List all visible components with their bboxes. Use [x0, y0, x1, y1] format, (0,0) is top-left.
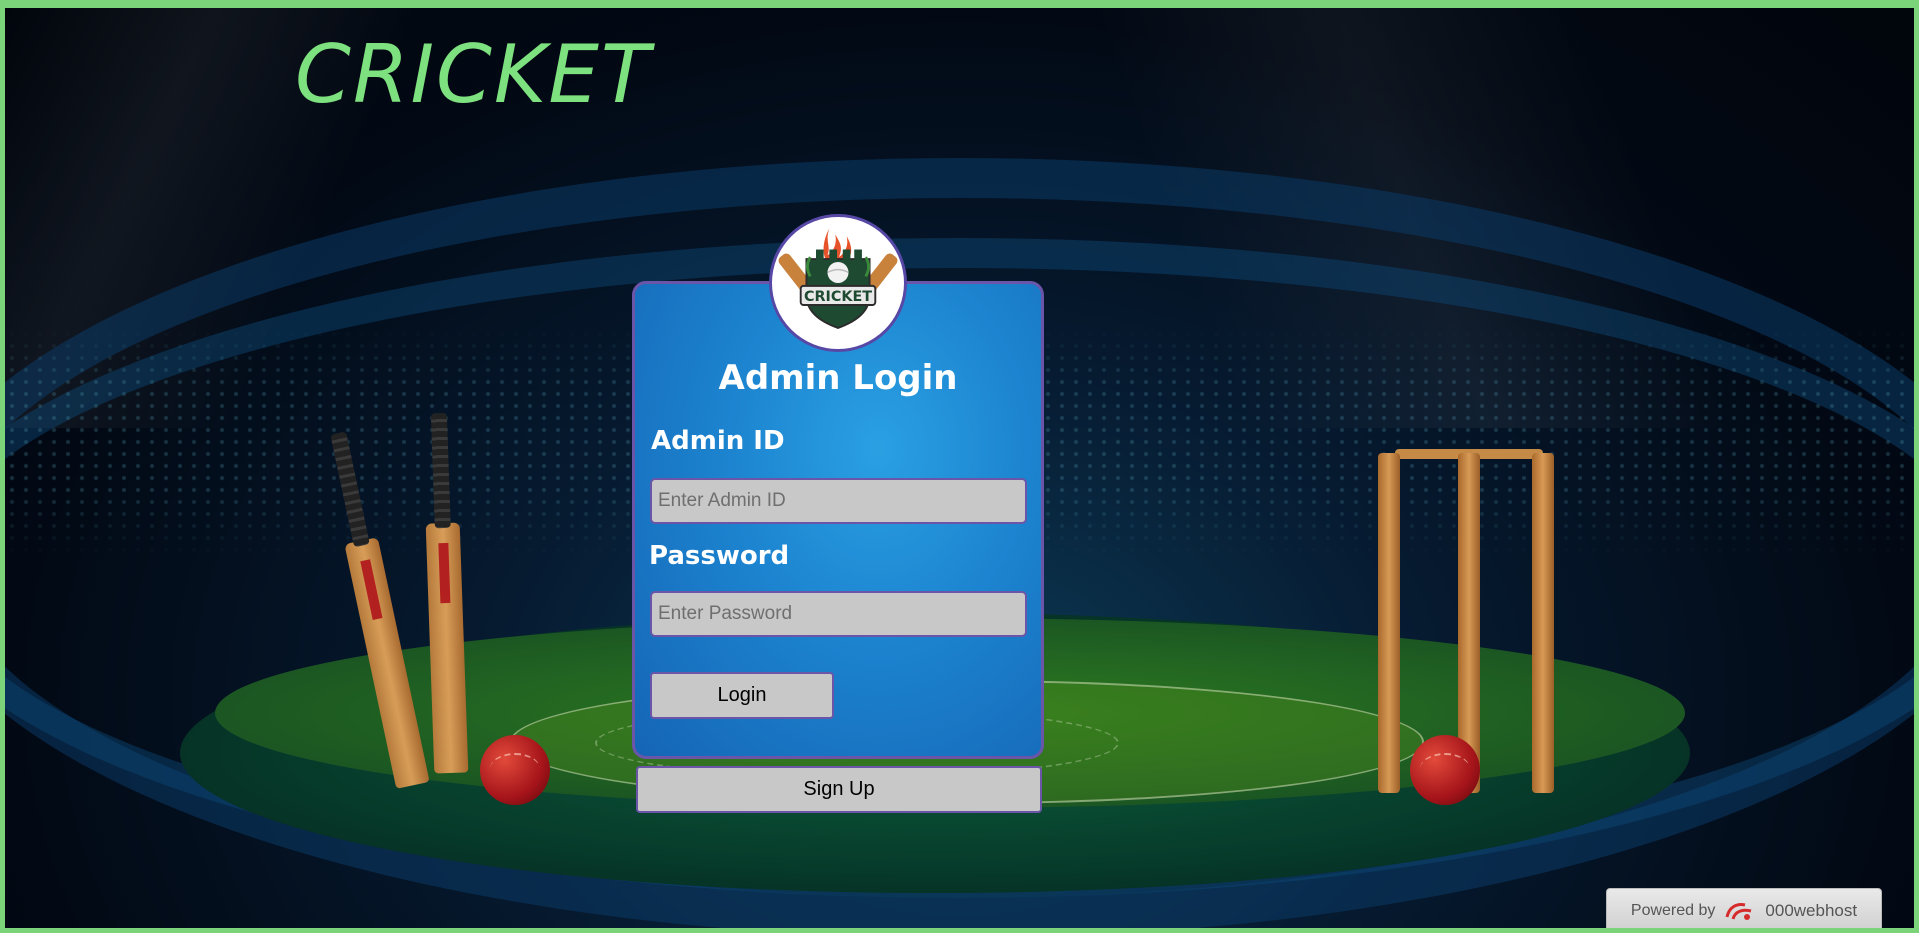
login-title: Admin Login: [718, 358, 958, 398]
sign-up-button[interactable]: Sign Up: [636, 766, 1042, 813]
stump-illustration: [1532, 453, 1554, 793]
cricket-shield-logo-icon: CRICKET: [769, 214, 907, 352]
host-name: 000webhost: [1765, 901, 1858, 920]
cricket-logo-graphic: CRICKET: [778, 228, 898, 329]
powered-by-badge[interactable]: Powered by 000webhost: [1606, 888, 1882, 928]
login-button[interactable]: Login: [650, 672, 834, 719]
stump-illustration: [1378, 453, 1400, 793]
cricket-ball-illustration: [480, 735, 550, 805]
site-title: CRICKET: [295, 28, 652, 121]
admin-id-label: Admin ID: [651, 426, 785, 456]
cricket-ball-illustration: [1410, 735, 1480, 805]
000webhost-logo-icon: [1723, 899, 1757, 923]
admin-id-input[interactable]: [650, 478, 1027, 524]
logo-text: CRICKET: [804, 289, 872, 305]
password-input[interactable]: [650, 591, 1027, 637]
powered-by-text: Powered by: [1630, 902, 1716, 919]
page: CRICKET CRICKET Admin Login Admin ID Pas…: [0, 0, 1919, 933]
password-label: Password: [649, 541, 790, 571]
